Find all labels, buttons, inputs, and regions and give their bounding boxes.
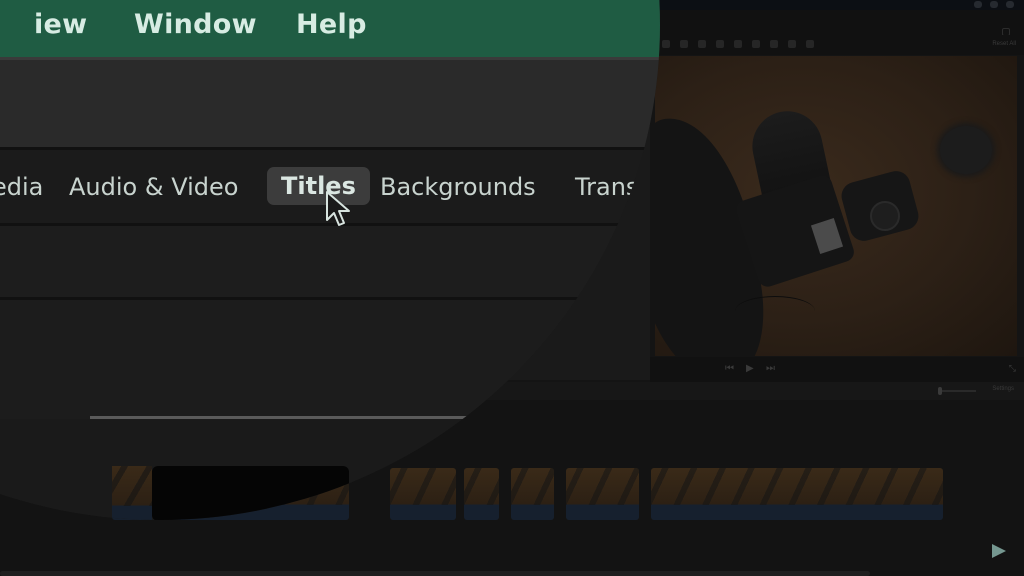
- timeline-zoom-knob[interactable]: [938, 387, 942, 395]
- stabilization-icon[interactable]: [716, 40, 724, 48]
- menu-help[interactable]: Help: [296, 9, 367, 40]
- tab-backgrounds[interactable]: Backgrounds: [380, 173, 536, 201]
- magnified-clip[interactable]: [152, 466, 349, 520]
- magnified-toolbar-area: [0, 60, 660, 148]
- color-balance-icon[interactable]: [680, 40, 688, 48]
- user-icon[interactable]: [1006, 1, 1014, 8]
- color-correction-icon[interactable]: [698, 40, 706, 48]
- speed-icon[interactable]: [770, 40, 778, 48]
- volume-icon[interactable]: [734, 40, 742, 48]
- magnified-menubar: iew Window Help: [0, 0, 660, 57]
- tab-transitions[interactable]: Transi: [575, 173, 645, 201]
- menu-view[interactable]: iew: [34, 9, 87, 40]
- menu-window[interactable]: Window: [134, 9, 257, 40]
- pluralsight-logo-icon: [992, 544, 1006, 558]
- playback-controls: ⏮ ▶ ⏭ ⤡: [650, 357, 1024, 382]
- battery-icon[interactable]: [990, 1, 998, 8]
- video-viewer: [655, 56, 1017, 356]
- status-icons: [974, 1, 1014, 8]
- crop-icon[interactable]: [662, 40, 670, 48]
- tab-titles[interactable]: Titles: [267, 167, 370, 205]
- magnified-browser-row: [0, 226, 660, 297]
- timeline-settings-button[interactable]: Settings: [992, 386, 1014, 392]
- info-icon[interactable]: [806, 40, 814, 48]
- skip-back-icon[interactable]: ⏮: [725, 363, 734, 374]
- control-center-icon[interactable]: [974, 1, 982, 8]
- noise-reduction-icon[interactable]: [752, 40, 760, 48]
- magnifier-lens: iew Window Help edia Audio & Video Title…: [0, 0, 660, 520]
- timeline-clip[interactable]: [651, 468, 943, 520]
- viewer-cable: [735, 296, 815, 326]
- skip-forward-icon[interactable]: ⏭: [766, 363, 775, 374]
- mouse-cursor-icon: [326, 191, 350, 226]
- play-icon[interactable]: ▶: [746, 363, 754, 374]
- fullscreen-icon[interactable]: ⤡: [1009, 363, 1016, 374]
- viewer-microphone: [940, 126, 992, 174]
- timeline-zoom-slider[interactable]: [940, 390, 976, 392]
- magnified-browser-content: [0, 300, 660, 418]
- filter-icon[interactable]: [788, 40, 796, 48]
- tab-media[interactable]: edia: [0, 173, 43, 201]
- viewer-toolbar: Reset All: [650, 35, 1024, 55]
- viewer-camera-dial: [870, 201, 900, 231]
- reset-all-button[interactable]: Reset All: [992, 41, 1016, 47]
- tab-audio-video[interactable]: Audio & Video: [69, 173, 238, 201]
- magnified-clip[interactable]: [112, 466, 152, 520]
- timeline-scrollbar[interactable]: [0, 571, 870, 576]
- magnified-clip[interactable]: [390, 466, 570, 520]
